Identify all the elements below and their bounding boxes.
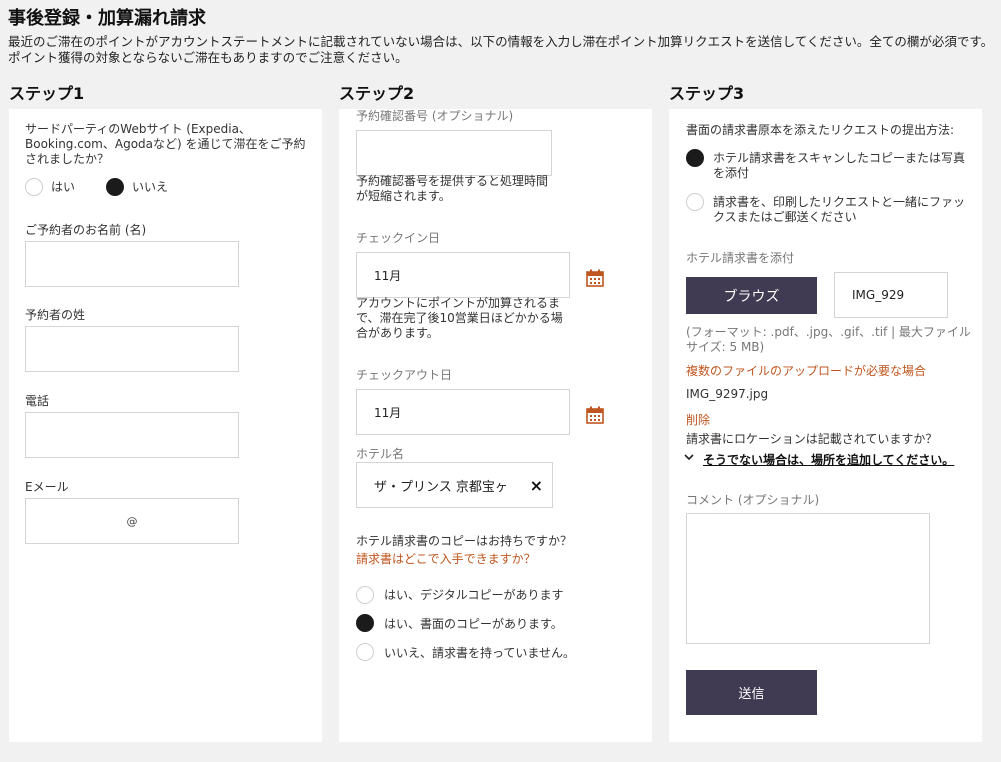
third-party-yes-label: はい — [51, 180, 76, 194]
invoice-question: ホテル請求書のコピーはお持ちですか？ — [356, 534, 573, 548]
phone-label: 電話 — [25, 394, 50, 408]
last-name-label: 予約者の姓 — [25, 308, 86, 322]
step2-panel: 予約確認番号 (オプショナル) 予約確認番号を提供すると処理時間が短縮されます。… — [339, 109, 652, 742]
uploaded-file-name: IMG_9297.jpg — [686, 387, 769, 401]
checkout-calendar-icon[interactable] — [586, 406, 604, 424]
attach-label: ホテル請求書を添付 — [686, 251, 795, 265]
format-note: (フォーマット: .pdf、.jpg、.gif、.tif | 最大ファイルサイズ… — [686, 325, 971, 354]
invoice-none-label: いいえ、請求書を持っていません。 — [384, 646, 576, 660]
invoice-paper-label: はい、書面のコピーがあります。 — [384, 617, 563, 631]
comment-label: コメント (オプショナル) — [686, 493, 820, 507]
invoice-digital-radio[interactable] — [356, 586, 374, 604]
add-location-link[interactable]: そうでない場合は、場所を追加してください。 — [703, 451, 954, 468]
checkin-label: チェックイン日 — [356, 231, 441, 245]
invoice-none-radio[interactable] — [356, 643, 374, 661]
confirmation-number-label: 予約確認番号 (オプショナル) — [356, 109, 514, 123]
invoice-digital-label: はい、デジタルコピーがあります — [384, 588, 564, 602]
method-scan-radio[interactable] — [686, 149, 704, 167]
confirmation-number-field[interactable] — [356, 130, 552, 176]
submission-method-label: 書面の請求書原本を添えたリクエストの提出方法: — [686, 123, 955, 137]
comment-value — [687, 514, 703, 530]
checkin-value: 11月 — [374, 268, 402, 283]
third-party-question: サードパーティのWebサイト (Expedia、Booking.com、Agod… — [25, 122, 306, 166]
checkout-label: チェックアウト日 — [356, 368, 453, 382]
chevron-down-icon[interactable] — [684, 453, 694, 461]
hotel-name-field[interactable]: ザ・プリンス 京都宝ヶ × — [356, 462, 553, 508]
checkin-date-field[interactable]: 11月 — [356, 252, 570, 298]
checkin-calendar-icon[interactable] — [586, 269, 604, 287]
step1-panel: サードパーティのWebサイト (Expedia、Booking.com、Agod… — [9, 109, 322, 742]
step2-title: ステップ2 — [339, 84, 415, 103]
first-name-label: ご予約者のお名前 (名) — [25, 223, 147, 237]
delete-file-link[interactable]: 削除 — [686, 411, 710, 428]
email-label: Eメール — [25, 480, 69, 494]
method-fax-radio[interactable] — [686, 193, 704, 211]
location-question: 請求書にロケーションは記載されていますか？ — [686, 432, 938, 446]
method-fax-label: 請求書を、印刷したリクエストと一緒にファックスまたはご郵送ください — [713, 195, 966, 224]
submit-button[interactable]: 送信 — [686, 670, 817, 715]
multi-upload-link[interactable]: 複数のファイルのアップロードが必要な場合 — [686, 362, 926, 379]
third-party-no-label: いいえ — [132, 180, 169, 194]
invoice-where-link[interactable]: 請求書はどこで入手できますか？ — [356, 550, 536, 567]
third-party-yes-radio[interactable] — [25, 178, 43, 196]
method-scan-label: ホテル請求書をスキャンしたコピーまたは写真を添付 — [713, 151, 966, 180]
third-party-no-radio[interactable] — [106, 178, 124, 196]
page-title: 事後登録・加算漏れ請求 — [8, 8, 206, 29]
last-name-field[interactable] — [25, 326, 239, 372]
hotel-name-label: ホテル名 — [356, 447, 405, 461]
checkin-help-text: アカウントにポイントが加算されるまで、滞在完了後10営業日ほどかかる場合がありま… — [356, 296, 563, 340]
email-field[interactable]: @ — [25, 498, 239, 544]
browse-button[interactable]: ブラウズ — [686, 277, 817, 314]
hotel-name-value: ザ・プリンス 京都宝ヶ — [374, 479, 508, 495]
email-value: @ — [126, 514, 138, 528]
checkout-date-field[interactable]: 11月 — [356, 389, 570, 435]
clear-icon[interactable]: × — [530, 476, 543, 495]
file-name-value: IMG_929 — [852, 288, 905, 302]
step3-panel: 書面の請求書原本を添えたリクエストの提出方法: ホテル請求書をスキャンしたコピー… — [669, 109, 982, 742]
confirmation-help-text: 予約確認番号を提供すると処理時間が短縮されます。 — [356, 174, 549, 203]
invoice-paper-radio[interactable] — [356, 614, 374, 632]
checkout-value: 11月 — [374, 405, 402, 420]
first-name-field[interactable] — [25, 241, 239, 287]
step3-title: ステップ3 — [669, 84, 745, 103]
file-name-field[interactable]: IMG_929 — [834, 272, 948, 318]
comment-textarea[interactable] — [686, 513, 930, 644]
step1-title: ステップ1 — [9, 84, 85, 103]
intro-text: 最近のご滞在のポイントがアカウントステートメントに記載されていない場合は、以下の… — [8, 34, 994, 65]
phone-field[interactable] — [25, 412, 239, 458]
